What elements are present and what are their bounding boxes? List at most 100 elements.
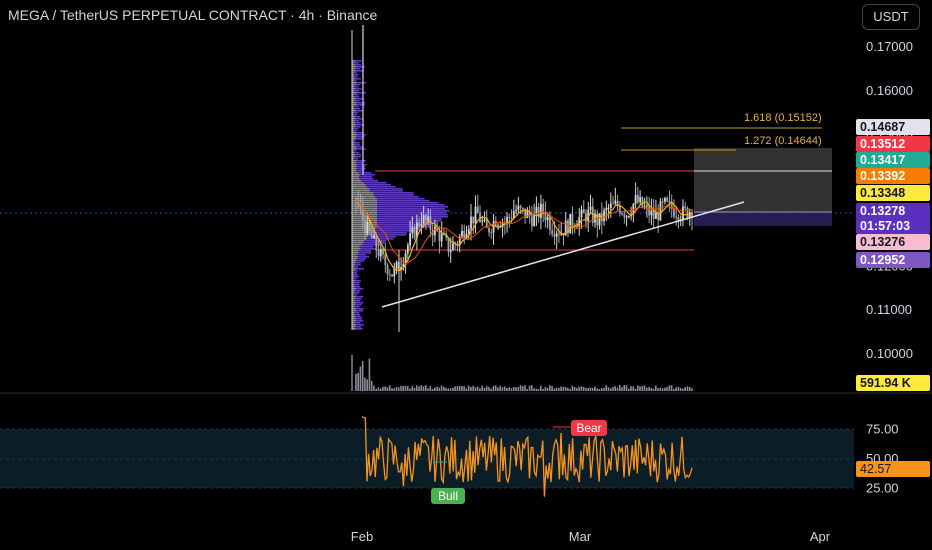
volume-bar [650, 388, 653, 391]
volume-bar [530, 385, 533, 391]
volume-profile-bar [355, 318, 363, 320]
volume-profile-bar-value [352, 230, 374, 232]
candle-body [420, 224, 423, 227]
price-tag: 0.13392 [856, 168, 930, 184]
price-tag: 0.13512 [856, 136, 930, 152]
volume-bar [373, 385, 375, 391]
chart-canvas[interactable]: 1.618 (0.15152) 1.272 (0.14644) Bull Bea… [0, 0, 932, 550]
volume-profile-bar-value [352, 268, 357, 270]
volume-bar [659, 387, 662, 391]
volume-profile-bar [375, 196, 419, 198]
volume-bar [524, 385, 526, 391]
volume-bar [589, 387, 592, 391]
ascending-trendline[interactable] [381, 201, 745, 308]
volume-bar [594, 386, 596, 391]
time-axis[interactable]: Feb Mar Apr [351, 529, 831, 544]
candle-body [422, 215, 425, 225]
volume-profile-bar [354, 126, 361, 128]
volume-bar [625, 385, 628, 391]
volume-profile-bar [377, 212, 447, 214]
volume-profile-bar [355, 320, 364, 322]
stop-box [694, 212, 832, 226]
volume-profile-bar-value [352, 102, 357, 104]
volume-profile-bar-value [352, 328, 356, 330]
candle-body [452, 243, 454, 251]
fib-1618-label: 1.618 (0.15152) [744, 112, 822, 124]
volume-bar [533, 388, 535, 391]
volume-tag: 591.94 K [856, 375, 930, 391]
volume-profile-bar [354, 300, 360, 302]
volume-bar [551, 385, 553, 391]
volume-bar [409, 388, 411, 391]
volume-profile-bar-value [352, 240, 364, 242]
volume-profile-bar-value [352, 124, 357, 126]
candle-body [609, 203, 612, 208]
candle-body [555, 233, 558, 237]
volume-profile-bar-value [352, 254, 357, 256]
volume-profile-bar-value [352, 182, 365, 184]
volume-profile-bar [354, 314, 360, 316]
volume-profile-bar [355, 288, 364, 290]
volume-profile-bar [355, 326, 362, 328]
candle-body [461, 230, 463, 237]
volume-bar [544, 387, 547, 391]
volume-bar [558, 387, 560, 391]
volume-bar [461, 386, 463, 391]
rsi-value-tag: 42.57 [856, 461, 930, 477]
candle-body [634, 195, 637, 205]
volume-profile-bar [355, 302, 364, 304]
volume-bar [382, 386, 384, 391]
volume-bar [596, 388, 598, 391]
candle-body [388, 274, 391, 276]
candle-body [490, 232, 493, 234]
volume-bar [434, 387, 436, 391]
volume-bar [677, 386, 680, 391]
volume-bar [537, 388, 540, 391]
volume-profile-bar [353, 272, 358, 274]
volume-profile-bar-value [352, 82, 357, 84]
volume-profile-bar [354, 94, 359, 96]
volume-profile-bar-value [352, 138, 356, 140]
volume-bar [395, 386, 398, 391]
volume-bar [427, 388, 429, 391]
volume-profile-bar [373, 230, 414, 232]
volume-profile-bar [377, 206, 449, 208]
currency-button[interactable]: USDT [862, 4, 920, 30]
volume-bar [564, 387, 567, 391]
volume-profile-bar [355, 298, 362, 300]
volume-profile-bar [354, 322, 361, 324]
volume-profile-bar [359, 174, 375, 176]
volume-profile-bar [353, 76, 358, 78]
volume-profile-bar-value [352, 288, 356, 290]
rsi-axis[interactable]: 75.0050.0025.00 [866, 422, 899, 496]
price-tag: 0.13348 [856, 185, 930, 201]
candle-body [373, 235, 375, 239]
volume-bar [391, 388, 393, 391]
candle-body [614, 200, 617, 204]
volume-bar [623, 385, 626, 391]
candle-body [393, 268, 396, 277]
volume-profile-bar [354, 312, 360, 314]
candle-body [488, 227, 490, 233]
candle-body [675, 216, 678, 218]
volume-profile-bar-value [352, 232, 372, 234]
volume-bar [499, 385, 502, 391]
volume-profile-bar [355, 328, 363, 330]
candle-body [521, 208, 524, 210]
candle-body [370, 231, 373, 239]
volume-bar [521, 386, 524, 391]
volume-bar [682, 388, 684, 391]
volume-profile-bar [353, 150, 357, 152]
volume-profile-bar-value [352, 178, 360, 180]
volume-profile-bar [354, 120, 360, 122]
volume-profile-bar [356, 166, 366, 168]
volume-profile-bar-value [352, 310, 356, 312]
volume-bar [458, 385, 461, 391]
volume-profile-bar [353, 270, 358, 272]
volume-profile-bar [354, 106, 359, 108]
volume-bar [645, 387, 648, 391]
volume-profile-bar [356, 258, 367, 260]
volume-bar [483, 387, 486, 391]
volume-profile-bar [357, 164, 367, 166]
volume-bar [445, 387, 447, 391]
